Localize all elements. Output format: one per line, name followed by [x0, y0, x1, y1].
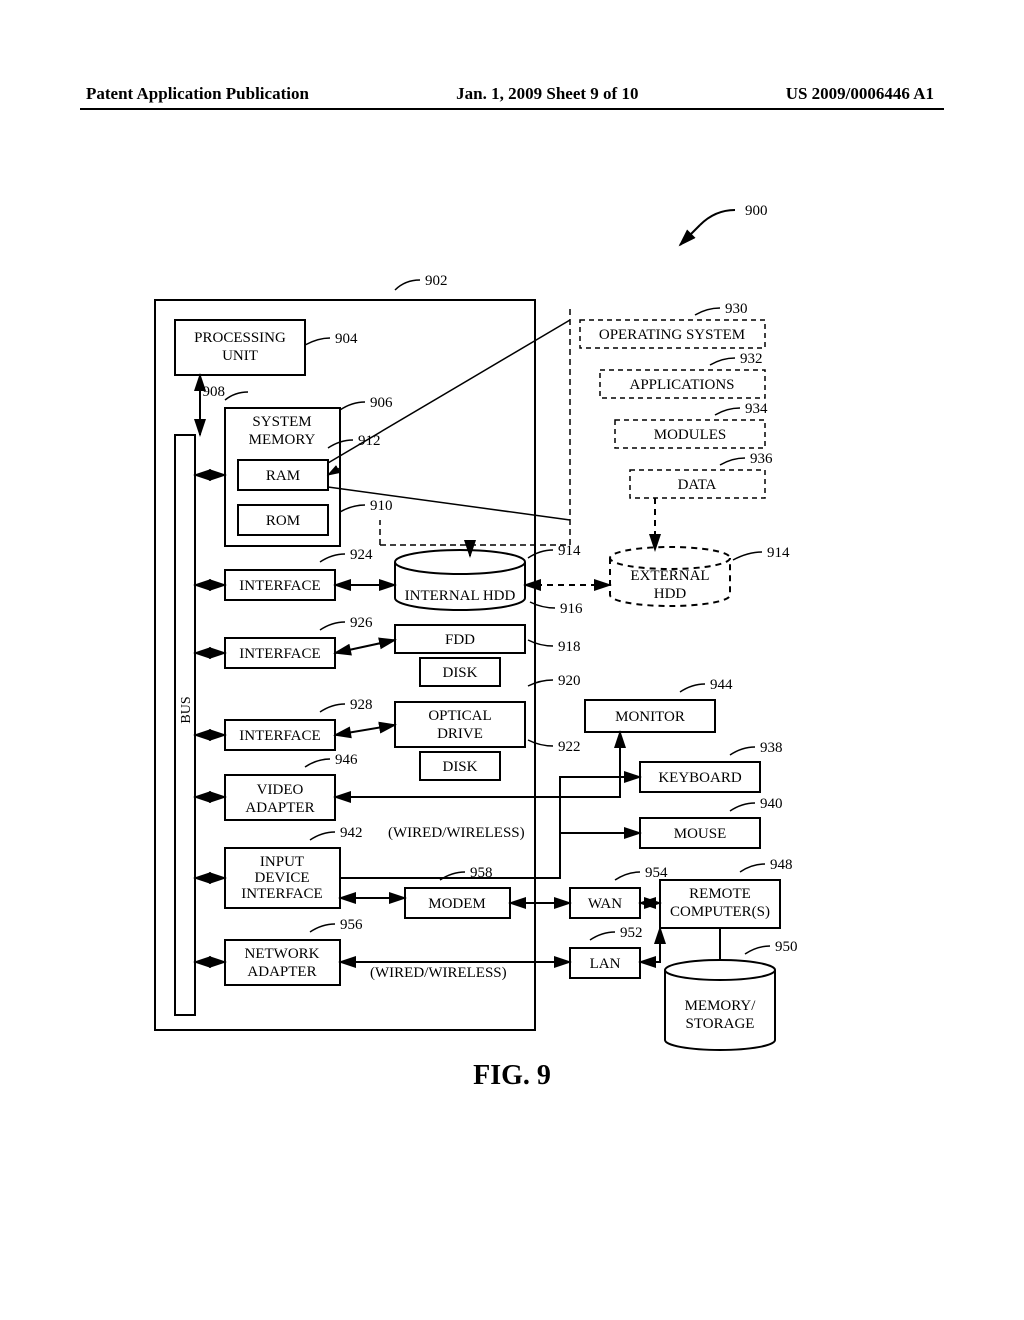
os-box: OPERATING SYSTEM 930: [580, 301, 765, 348]
wan-label: WAN: [588, 896, 622, 912]
net-adapter-2: ADAPTER: [247, 964, 316, 980]
ram-label: RAM: [266, 468, 300, 484]
ref-950: 950: [775, 939, 798, 955]
conn-ram-sw-bot: [328, 487, 570, 520]
memstor-2: STORAGE: [686, 1016, 755, 1032]
disk1-label: DISK: [442, 665, 477, 681]
ref-906: 906: [370, 395, 393, 411]
ref-924: 924: [350, 547, 373, 563]
conn-idi-kb: [560, 777, 640, 833]
data-box: DATA 936: [630, 451, 773, 498]
modules-label: MODULES: [654, 427, 727, 443]
remote-comp-1: REMOTE: [689, 886, 751, 902]
ref-928: 928: [350, 697, 373, 713]
external-hdd-label-2: HDD: [654, 586, 687, 602]
ref-938: 938: [760, 740, 783, 756]
ref-930: 930: [725, 301, 748, 317]
disk2-label: DISK: [442, 759, 477, 775]
processing-unit-label-2: UNIT: [222, 348, 258, 364]
lan-label: LAN: [590, 956, 621, 972]
ref-910: 910: [370, 498, 393, 514]
software-dashed-area: [380, 305, 570, 545]
input-dev-if-3: INTERFACE: [241, 886, 322, 902]
modem-label: MODEM: [428, 896, 486, 912]
ref-932: 932: [740, 351, 763, 367]
ref-918: 918: [558, 639, 581, 655]
memory-storage: MEMORY/ STORAGE: [665, 960, 775, 1050]
modules-box: MODULES 934: [615, 401, 768, 448]
video-adapter-label-1: VIDEO: [257, 782, 304, 798]
external-hdd: EXTERNAL HDD: [610, 547, 730, 606]
ref-912: 912: [358, 433, 381, 449]
ref-908: 908: [203, 384, 226, 400]
processing-unit-label-1: PROCESSING: [194, 330, 286, 346]
rom-label: ROM: [266, 513, 300, 529]
conn-ram-sw-top: [328, 320, 570, 463]
ref-946: 946: [335, 752, 358, 768]
sysmem-label-1: SYSTEM: [252, 414, 311, 430]
ref-952: 952: [620, 925, 643, 941]
ww-label-2: (WIRED/WIRELESS): [370, 965, 507, 981]
optical-label-1: OPTICAL: [428, 708, 491, 724]
ref-944: 944: [710, 677, 733, 693]
ref-902: 902: [425, 273, 448, 289]
ref-934: 934: [745, 401, 768, 417]
ref-954: 954: [645, 865, 668, 881]
data-label: DATA: [678, 477, 717, 493]
bus-label: BUS: [179, 696, 194, 723]
apps-label: APPLICATIONS: [629, 377, 734, 393]
mouse-label: MOUSE: [674, 826, 727, 842]
ww-label-1: (WIRED/WIRELESS): [388, 825, 525, 841]
conn-lan-rc: [640, 928, 660, 962]
ref-920: 920: [558, 673, 581, 689]
ref-916: 916: [560, 601, 583, 617]
ram-arrow-in: [328, 468, 340, 475]
sysmem-label-2: MEMORY: [249, 432, 316, 448]
ref-948: 948: [770, 857, 793, 873]
ref-900: 900: [745, 203, 768, 219]
os-label: OPERATING SYSTEM: [599, 327, 745, 343]
ref-940: 940: [760, 796, 783, 812]
external-hdd-label-1: EXTERNAL: [630, 568, 709, 584]
input-dev-if-2: DEVICE: [255, 870, 310, 886]
memstor-1: MEMORY/: [685, 998, 757, 1014]
ref-958: 958: [470, 865, 493, 881]
diagram-svg: 900 902 PROCESSING UNIT 904 BUS SYSTEM M…: [0, 0, 1024, 1320]
monitor-label: MONITOR: [615, 709, 685, 725]
conn-if3-opt: [335, 725, 395, 735]
ref-922: 922: [558, 739, 581, 755]
input-dev-if-1: INPUT: [260, 854, 304, 870]
ref-900-arrow: 900: [680, 203, 768, 245]
interface3-label: INTERFACE: [239, 728, 320, 744]
interface2-label: INTERFACE: [239, 646, 320, 662]
optical-label-2: DRIVE: [437, 726, 483, 742]
remote-comp-2: COMPUTER(S): [670, 904, 770, 920]
ref-914a: 914: [558, 543, 581, 559]
net-adapter-1: NETWORK: [245, 946, 320, 962]
apps-box: APPLICATIONS 932: [600, 351, 765, 398]
internal-hdd: INTERNAL HDD: [395, 550, 525, 610]
ref-914b: 914: [767, 545, 790, 561]
keyboard-label: KEYBOARD: [658, 770, 742, 786]
fdd-label: FDD: [445, 632, 475, 648]
ref-956: 956: [340, 917, 363, 933]
ref-926: 926: [350, 615, 373, 631]
figure-title: FIG. 9: [0, 1060, 1024, 1092]
conn-if2-fdd: [335, 640, 395, 653]
internal-hdd-label: INTERNAL HDD: [405, 588, 516, 604]
ref-936: 936: [750, 451, 773, 467]
video-adapter-label-2: ADAPTER: [245, 800, 314, 816]
interface1-label: INTERFACE: [239, 578, 320, 594]
bus-rect: [175, 435, 195, 1015]
ref-942: 942: [340, 825, 363, 841]
ref-904: 904: [335, 331, 358, 347]
